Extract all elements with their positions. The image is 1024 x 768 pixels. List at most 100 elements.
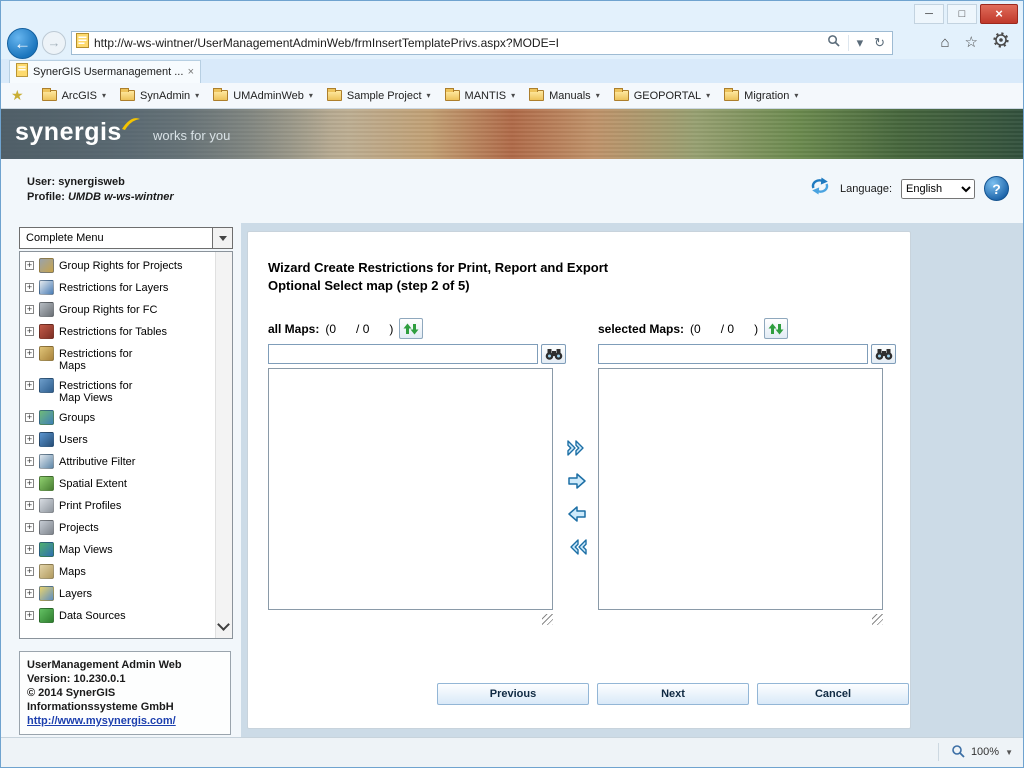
projects-icon — [39, 520, 54, 535]
tab-close-icon[interactable]: × — [188, 66, 194, 78]
selected-maps-listbox[interactable] — [598, 368, 883, 610]
move-all-right-button[interactable] — [562, 436, 592, 460]
favorites-bar-star-icon[interactable]: ★ — [11, 87, 24, 104]
help-button[interactable]: ? — [984, 176, 1009, 201]
previous-button[interactable]: Previous — [437, 683, 589, 705]
all-maps-search-button[interactable] — [541, 344, 566, 364]
menu-mode-select[interactable]: Complete Menu — [19, 227, 233, 249]
zoom-control[interactable]: 100% ▼ — [938, 743, 1013, 761]
restrictions-map-views-icon — [39, 378, 54, 393]
favorite-item-arcgis[interactable]: ArcGIS ▾ — [42, 90, 106, 102]
tree-item-projects[interactable]: + Projects — [25, 520, 213, 536]
chevron-down-icon[interactable]: ▼ — [1005, 748, 1013, 757]
favorites-icon[interactable]: ☆ — [965, 33, 978, 53]
chevron-down-icon[interactable]: ▾ — [706, 91, 710, 100]
tree-item-maps[interactable]: + Maps — [25, 564, 213, 580]
expand-icon[interactable]: + — [25, 381, 34, 390]
selected-maps-count: (0 / 0 ) — [690, 322, 758, 336]
expand-icon[interactable]: + — [25, 457, 34, 466]
favorite-item-geoportal[interactable]: GEOPORTAL ▾ — [614, 90, 710, 102]
move-all-left-button[interactable] — [562, 535, 592, 559]
tree-scrollbar[interactable] — [215, 252, 232, 638]
favorite-item-manuals[interactable]: Manuals ▾ — [529, 90, 600, 102]
tree-item-print-profiles[interactable]: + Print Profiles — [25, 498, 213, 514]
reload-all-maps-button[interactable] — [399, 318, 423, 339]
maximize-button[interactable]: □ — [947, 4, 977, 24]
favorite-item-mantis[interactable]: MANTIS ▾ — [445, 90, 516, 102]
favorite-item-sample-project[interactable]: Sample Project ▾ — [327, 90, 431, 102]
expand-icon[interactable]: + — [25, 479, 34, 488]
cancel-button[interactable]: Cancel — [757, 683, 909, 705]
chevron-down-icon[interactable] — [212, 228, 232, 248]
expand-icon[interactable]: + — [25, 327, 34, 336]
selected-maps-filter-input[interactable] — [598, 344, 868, 364]
expand-icon[interactable]: + — [25, 413, 34, 422]
expand-icon[interactable]: + — [25, 349, 34, 358]
expand-icon[interactable]: + — [25, 611, 34, 620]
refresh-page-icon[interactable]: ↻ — [871, 33, 888, 53]
refresh-icon[interactable] — [809, 176, 831, 201]
url-text[interactable]: http://w-ws-wintner/UserManagementAdminW… — [94, 36, 819, 50]
tree-item-users[interactable]: + Users — [25, 432, 213, 448]
autocomplete-caret-icon[interactable]: ▾ — [854, 33, 867, 53]
tree-item-restrictions-map-views[interactable]: + Restrictions for Map Views — [25, 378, 213, 404]
group-rights-projects-icon — [39, 258, 54, 273]
all-maps-filter-input[interactable] — [268, 344, 538, 364]
window-titlebar: ─ □ × — [1, 1, 1023, 27]
search-icon[interactable] — [824, 33, 843, 53]
tree-item-spatial-extent[interactable]: + Spatial Extent — [25, 476, 213, 492]
favorite-item-migration[interactable]: Migration ▾ — [724, 90, 798, 102]
back-button[interactable]: ← — [7, 28, 38, 59]
selected-maps-search-button[interactable] — [871, 344, 896, 364]
tree-item-attributive-filter[interactable]: + Attributive Filter — [25, 454, 213, 470]
chevron-down-icon[interactable]: ▾ — [195, 91, 199, 100]
all-maps-listbox[interactable] — [268, 368, 553, 610]
expand-icon[interactable]: + — [25, 501, 34, 510]
language-select[interactable]: English — [901, 179, 975, 199]
favorite-item-synadmin[interactable]: SynAdmin ▾ — [120, 90, 199, 102]
expand-icon[interactable]: + — [25, 435, 34, 444]
chevron-down-icon[interactable]: ▾ — [102, 91, 106, 100]
all-maps-label-row: all Maps: (0 / 0 ) — [268, 318, 423, 339]
tree-item-layers[interactable]: + Layers — [25, 586, 213, 602]
footer-link[interactable]: http://www.mysynergis.com/ — [27, 715, 176, 727]
tree-item-label: Map Views — [59, 542, 113, 556]
minimize-button[interactable]: ─ — [914, 4, 944, 24]
scroll-down-icon[interactable] — [217, 618, 230, 631]
footer-version: Version: 10.230.0.1 — [27, 672, 223, 686]
tree-item-groups[interactable]: + Groups — [25, 410, 213, 426]
tree-item-restrictions-tables[interactable]: + Restrictions for Tables — [25, 324, 213, 340]
expand-icon[interactable]: + — [25, 523, 34, 532]
expand-icon[interactable]: + — [25, 589, 34, 598]
chevron-down-icon[interactable]: ▾ — [596, 91, 600, 100]
all-maps-resize-grip[interactable] — [542, 614, 553, 625]
selected-maps-resize-grip[interactable] — [872, 614, 883, 625]
next-button[interactable]: Next — [597, 683, 749, 705]
chevron-down-icon[interactable]: ▾ — [794, 91, 798, 100]
chevron-down-icon[interactable]: ▾ — [309, 91, 313, 100]
expand-icon[interactable]: + — [25, 283, 34, 292]
tree-item-map-views[interactable]: + Map Views — [25, 542, 213, 558]
tree-item-group-rights-fc[interactable]: + Group Rights for FC — [25, 302, 213, 318]
tree-item-restrictions-layers[interactable]: + Restrictions for Layers — [25, 280, 213, 296]
expand-icon[interactable]: + — [25, 545, 34, 554]
address-bar[interactable]: http://w-ws-wintner/UserManagementAdminW… — [71, 31, 893, 55]
forward-button[interactable]: → — [42, 31, 66, 55]
tools-gear-icon[interactable] — [993, 32, 1009, 54]
close-button[interactable]: × — [980, 4, 1018, 24]
move-right-button[interactable] — [562, 469, 592, 493]
tree-item-group-rights-projects[interactable]: + Group Rights for Projects — [25, 258, 213, 274]
expand-icon[interactable]: + — [25, 261, 34, 270]
expand-icon[interactable]: + — [25, 305, 34, 314]
tab-synergis-usermanagement[interactable]: SynerGIS Usermanagement ... × — [9, 60, 201, 83]
home-icon[interactable]: ⌂ — [940, 33, 949, 53]
tree-item-restrictions-maps[interactable]: + Restrictions for Maps — [25, 346, 213, 372]
favorite-item-umadminweb[interactable]: UMAdminWeb ▾ — [213, 90, 313, 102]
chevron-down-icon[interactable]: ▾ — [427, 91, 431, 100]
tree-item-data-sources[interactable]: + Data Sources — [25, 608, 213, 624]
expand-icon[interactable]: + — [25, 567, 34, 576]
move-left-button[interactable] — [562, 502, 592, 526]
reload-selected-maps-button[interactable] — [764, 318, 788, 339]
chevron-down-icon[interactable]: ▾ — [511, 91, 515, 100]
folder-icon — [445, 90, 460, 101]
